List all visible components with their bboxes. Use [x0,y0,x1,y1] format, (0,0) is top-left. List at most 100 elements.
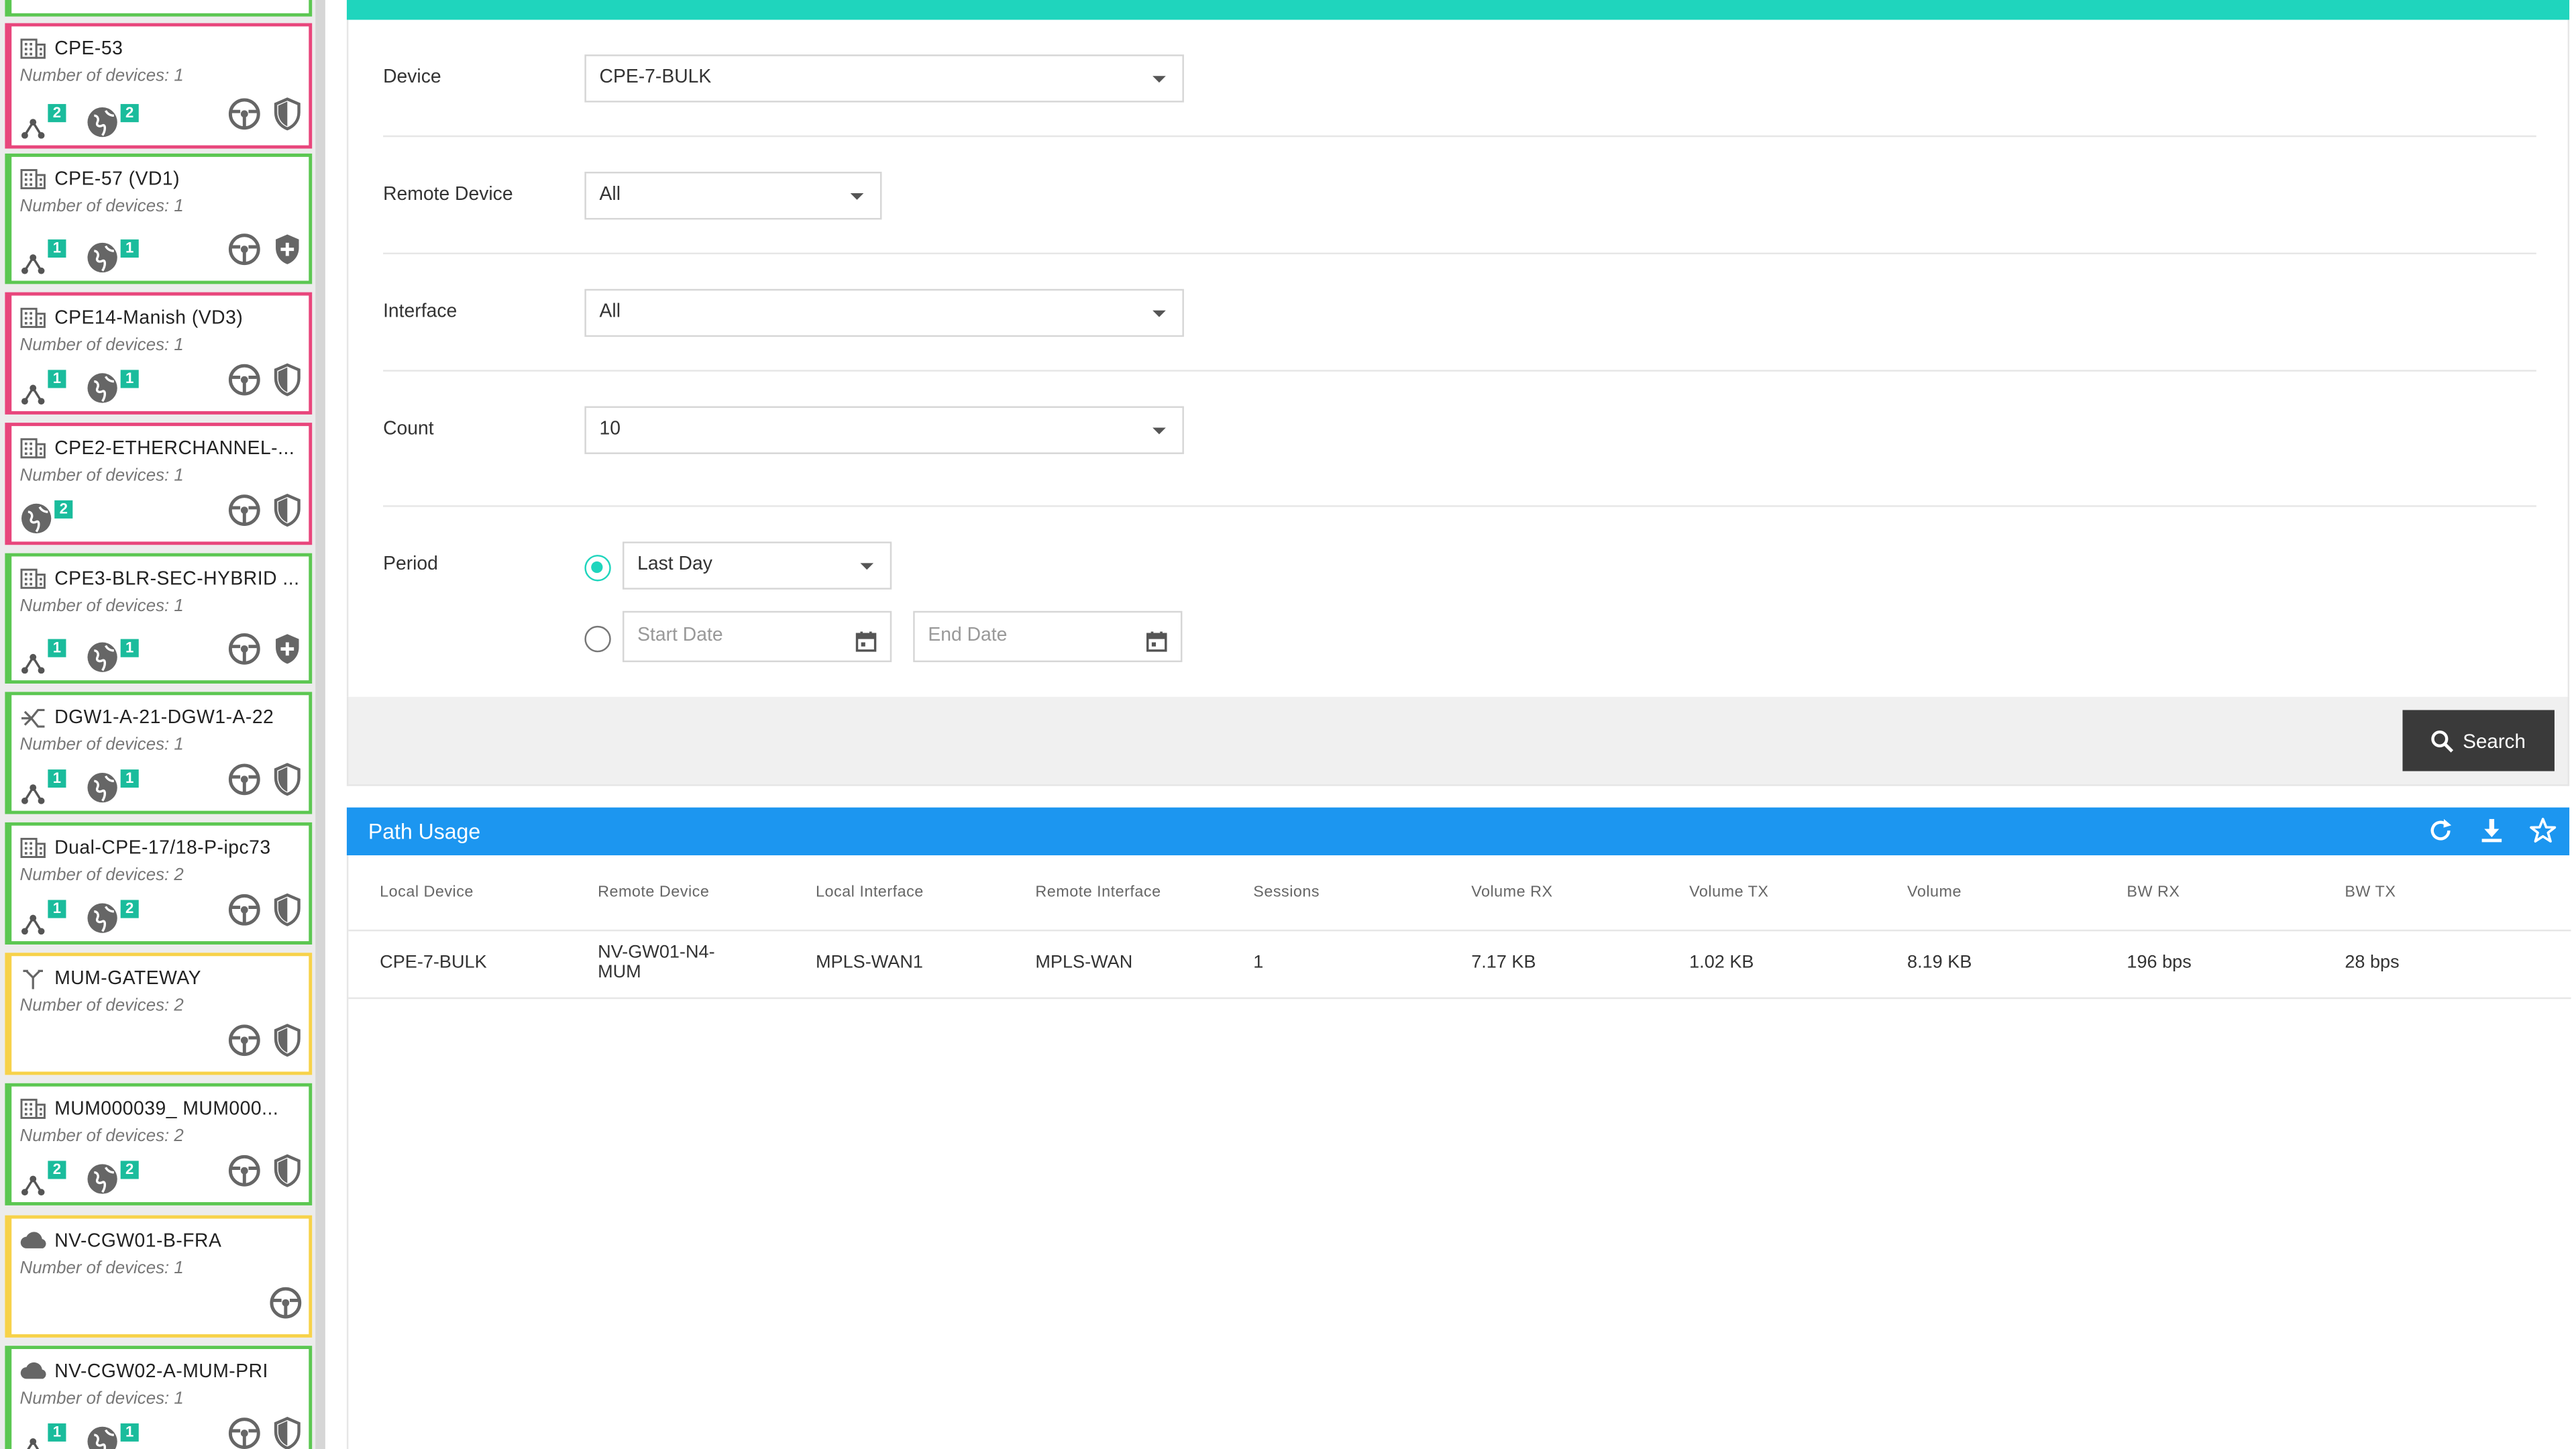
internet-count-badge: 2 [120,900,139,918]
site-name: CPE-53 [54,40,123,60]
site-card-partial[interactable] [5,0,313,17]
filter-row-count: Count 10 [383,372,2536,507]
site-card[interactable]: NV-CGW01-B-FRA Number of devices: 1 [5,1215,313,1338]
site-status-icons: 11 [20,1417,303,1449]
topology-icon [20,780,46,804]
site-status-icons: 11 [20,233,303,274]
column-header[interactable]: Remote Device [598,883,709,902]
path-usage-table: Local Device Remote Device Local Interface… [346,855,2571,1449]
column-header[interactable]: Volume [1907,883,1962,902]
column-header[interactable]: Sessions [1253,883,1320,902]
sidebar-scrollbar[interactable] [315,0,325,1449]
building-icon [20,168,46,191]
filter-row-device: Device CPE-7-BULK [383,20,2536,138]
globe-icon [86,241,119,274]
fork-icon [20,967,46,990]
site-card[interactable]: CPE-53 Number of devices: 1 22 [5,23,313,149]
site-title: Dual-CPE-17/18-P-ipc73 [20,837,271,860]
period-select[interactable]: Last Day [622,541,892,590]
shield-plus-icon[interactable] [272,633,302,674]
calendar-icon[interactable] [1146,624,1167,672]
table-cell: MPLS-WAN [1035,953,1133,973]
chevron-down-icon [1152,76,1166,83]
steering-wheel-icon[interactable] [228,364,261,405]
table-row[interactable]: CPE-7-BULK NV-GW01-N4-MUM MPLS-WAN1 MPLS-WA… [348,931,2571,1000]
column-header[interactable]: BW RX [2127,883,2180,902]
shield-icon[interactable] [272,763,302,804]
steering-wheel-icon[interactable] [269,1287,302,1328]
site-card[interactable]: NV-CGW02-A-MUM-PRI Number of devices: 1 … [5,1346,313,1449]
steering-wheel-icon[interactable] [228,1155,261,1196]
device-label: Device [383,67,441,88]
site-card[interactable]: CPE14-Manish (VD3) Number of devices: 1 … [5,292,313,415]
star-icon[interactable] [2530,817,2557,843]
building-icon [20,568,46,591]
shield-icon[interactable] [272,97,302,139]
steering-wheel-icon[interactable] [228,1417,261,1449]
site-status-icons: 11 [20,363,303,405]
period-preset-radio[interactable] [584,555,611,582]
start-date-input[interactable]: Start Date [622,610,892,663]
topology-indicator: 1 [20,239,66,274]
remote-device-select[interactable]: All [584,171,882,220]
site-title: CPE-57 (VD1) [20,168,180,191]
steering-wheel-icon[interactable] [228,763,261,804]
search-button[interactable]: Search [2402,710,2555,771]
site-device-count: Number of devices: 1 [19,735,184,755]
calendar-icon[interactable] [855,624,877,672]
internet-count-badge: 1 [120,370,139,388]
table-header: Local Device Remote Device Local Interface… [348,855,2571,932]
site-device-count: Number of devices: 1 [19,596,184,616]
refresh-icon[interactable] [2427,817,2453,843]
steering-wheel-icon[interactable] [228,894,261,935]
steering-wheel-icon[interactable] [228,633,261,674]
internet-indicator: 1 [86,370,139,405]
steering-wheel-icon[interactable] [228,1024,261,1065]
shield-icon[interactable] [272,1417,302,1449]
site-card[interactable]: CPE3-BLR-SEC-HYBRID ... Number of device… [5,553,313,684]
topology-icon [20,1171,46,1196]
site-card[interactable]: Dual-CPE-17/18-P-ipc73 Number of devices… [5,822,313,945]
site-title: DGW1-A-21-DGW1-A-22 [20,707,274,730]
internet-count-badge: 2 [120,104,139,123]
site-card[interactable]: CPE2-ETHERCHANNEL-... Number of devices:… [5,423,313,545]
site-title: CPE-53 [20,38,123,61]
site-list-sidebar[interactable]: CPE-53 Number of devices: 1 22 CPE-57 (V… [0,0,325,1449]
site-card[interactable]: MUM-GATEWAY Number of devices: 2 [5,953,313,1075]
column-header[interactable]: Remote Interface [1035,883,1161,902]
count-label: Count [383,419,434,439]
steering-wheel-icon[interactable] [228,233,261,274]
column-header[interactable]: Volume RX [1471,883,1552,902]
site-card[interactable]: MUM000039_ MUM000... Number of devices: … [5,1083,313,1205]
interface-select[interactable]: All [584,288,1184,337]
site-status-icons: 11 [20,633,303,674]
globe-icon [86,1163,119,1195]
site-name: MUM-GATEWAY [54,969,201,989]
site-name: CPE-57 (VD1) [54,170,180,191]
shield-icon[interactable] [272,1024,302,1065]
download-icon[interactable] [2479,817,2505,843]
shield-icon[interactable] [272,893,302,935]
count-select[interactable]: 10 [584,406,1184,454]
cloud-icon [20,1360,46,1383]
column-header[interactable]: BW TX [2345,883,2396,902]
column-header[interactable]: Volume TX [1689,883,1768,902]
steering-wheel-icon[interactable] [228,97,261,139]
shield-icon[interactable] [272,494,302,535]
site-card[interactable]: DGW1-A-21-DGW1-A-22 Number of devices: 1… [5,692,313,814]
topology-icon [20,649,46,674]
shield-icon[interactable] [272,1154,302,1196]
shield-plus-icon[interactable] [272,233,302,274]
period-custom-radio[interactable] [584,625,611,653]
site-card[interactable]: CPE-57 (VD1) Number of devices: 1 11 [5,153,313,284]
site-device-count: Number of devices: 1 [19,66,184,86]
end-date-input[interactable]: End Date [913,610,1183,663]
internet-indicator: 2 [20,500,73,535]
table-cell: 1.02 KB [1689,953,1754,973]
steering-wheel-icon[interactable] [228,494,261,535]
column-header[interactable]: Local Interface [816,883,924,902]
device-select-value: CPE-7-BULK [599,67,712,88]
shield-icon[interactable] [272,363,302,405]
device-select[interactable]: CPE-7-BULK [584,54,1184,103]
column-header[interactable]: Local Device [380,883,474,902]
